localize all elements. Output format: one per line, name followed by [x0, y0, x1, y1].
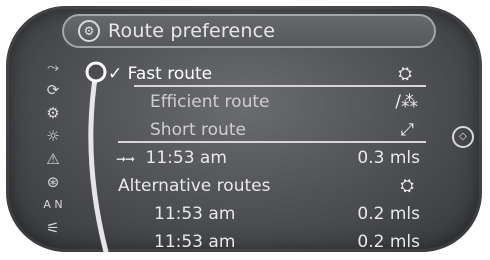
slider-handle[interactable]: [85, 61, 107, 83]
navigation-display: ⚙ Route preference ⤳ ⟳ ⚙ ☼ ⚠ ⊛ A N ⚟ ✓ F…: [6, 6, 482, 252]
alternative-routes-heading-row: Alternative routes ⛭: [108, 172, 426, 200]
eco-route-icon: /⁂: [395, 92, 418, 112]
divider: [118, 141, 426, 143]
controller-next-icon[interactable]: ◇: [452, 126, 474, 148]
north-indicator-icon[interactable]: A N: [40, 194, 66, 216]
alternative-route-time: 11:53 am: [154, 204, 236, 224]
car-icon: ⛭: [398, 64, 412, 84]
screenshot-frame: ⚙ Route preference ⤳ ⟳ ⚙ ☼ ⚠ ⊛ A N ⚟ ✓ F…: [0, 0, 490, 260]
list-item-alternative-route[interactable]: 11:53 am 0.2 mls: [108, 228, 426, 252]
alternative-route-icon: ⛭: [400, 176, 414, 196]
route-preference-header: ⚙ Route preference: [62, 14, 436, 48]
list-item-alternative-route[interactable]: 11:53 am 0.2 mls: [108, 200, 426, 228]
list-item-short-route[interactable]: Short route ⤢: [108, 116, 426, 144]
left-menu-icons: ⤳ ⟳ ⚙ ☼ ⚠ ⊛ A N ⚟: [40, 56, 76, 240]
warning-icon[interactable]: ⚠: [40, 148, 66, 170]
route-icon[interactable]: ⤳: [40, 56, 66, 78]
gear-icon[interactable]: ⚙: [40, 102, 66, 124]
shortcut-icon: ⤢: [400, 120, 414, 140]
options-icon[interactable]: ⚟: [40, 217, 66, 239]
short-route-label: Short route: [150, 120, 246, 140]
alternative-route-time: 11:53 am: [154, 232, 236, 252]
page-title: Route preference: [108, 20, 276, 42]
alternative-route-distance: 0.2 mls: [357, 232, 420, 252]
route-list: ✓ Fast route ⛭ Efficient route /⁂ Short …: [108, 60, 426, 252]
list-item-fast-route[interactable]: ✓ Fast route ⛭: [108, 60, 426, 88]
check-icon: ✓: [108, 64, 123, 84]
compass-icon[interactable]: ⊛: [40, 171, 66, 193]
alternative-route-distance: 0.2 mls: [357, 204, 420, 224]
selection-underline: [134, 85, 426, 87]
settings-sun-icon[interactable]: ☼: [40, 125, 66, 147]
list-item-main-route[interactable]: ➞➞ 11:53 am 0.3 mls: [108, 144, 426, 172]
main-route-time: 11:53 am: [145, 148, 227, 168]
main-route-distance: 0.3 mls: [357, 148, 420, 168]
destination-arrow-icon: ➞➞: [116, 152, 135, 166]
efficient-route-label: Efficient route: [150, 92, 270, 112]
list-item-efficient-route[interactable]: Efficient route /⁂: [108, 88, 426, 116]
fast-route-label: Fast route: [127, 64, 213, 84]
navigation-gear-icon: ⚙: [78, 20, 100, 42]
alternative-routes-heading: Alternative routes: [118, 176, 271, 196]
map-icon[interactable]: ⟳: [40, 79, 66, 101]
